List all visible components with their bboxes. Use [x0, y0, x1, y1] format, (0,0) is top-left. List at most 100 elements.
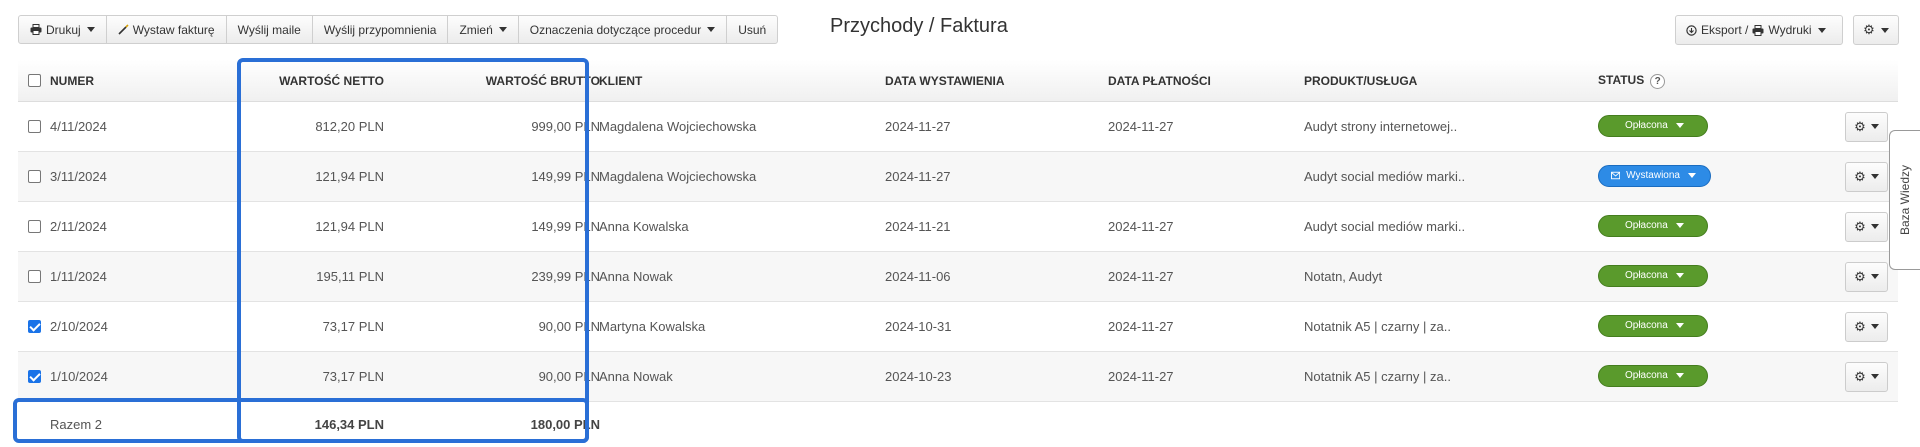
col-klient[interactable]: KLIENT — [599, 74, 642, 88]
row-actions: ⚙ — [1845, 311, 1888, 342]
procedure-marks-label: Oznaczenia dotyczące procedur — [529, 22, 702, 37]
page-title: Przychody / Faktura — [830, 15, 1008, 37]
knowledge-base-tab[interactable]: Baza Wiedzy — [1889, 130, 1920, 270]
row-settings-button[interactable]: ⚙ — [1845, 161, 1888, 192]
row-settings-button[interactable]: ⚙ — [1845, 261, 1888, 292]
checkbox[interactable] — [28, 370, 41, 384]
invoice-number[interactable]: 4/11/2024 — [50, 119, 107, 134]
row-settings-button[interactable]: ⚙ — [1845, 361, 1888, 392]
help-icon[interactable]: ? — [1650, 73, 1666, 89]
settings-button[interactable]: ⚙ — [1853, 15, 1899, 45]
print-label: Drukuj — [46, 22, 81, 37]
status-badge[interactable]: Opłacona — [1598, 264, 1708, 287]
send-emails-label: Wyślij maile — [237, 22, 301, 37]
col-netto[interactable]: WARTOŚĆ NETTO — [279, 74, 384, 88]
caret-down-icon — [86, 27, 95, 32]
status-cell: Opłacona — [1598, 214, 1708, 238]
checkbox[interactable] — [28, 320, 41, 334]
row-select[interactable] — [28, 169, 41, 184]
row-select[interactable] — [28, 319, 41, 334]
export-prints-button[interactable]: Eksport / Wydruki — [1675, 15, 1843, 45]
client-name: Anna Nowak — [599, 369, 673, 384]
product-service: Notatn, Audyt — [1304, 269, 1383, 284]
table-row[interactable]: 3/11/2024 121,94 PLN 149,99 PLN Magdalen… — [18, 152, 1898, 202]
product-service: Audyt strony internetowej.. — [1304, 119, 1458, 134]
col-status[interactable]: STATUS? — [1598, 73, 1666, 89]
checkbox[interactable] — [28, 220, 41, 234]
gear-icon: ⚙ — [1854, 368, 1866, 384]
status-badge[interactable]: Opłacona — [1598, 114, 1708, 137]
invoice-number[interactable]: 2/11/2024 — [50, 219, 107, 234]
row-actions: ⚙ — [1845, 161, 1888, 192]
col-data-platnosci[interactable]: DATA PŁATNOŚCI — [1108, 74, 1211, 88]
col-data-wystawienia[interactable]: DATA WYSTAWIENIA — [885, 74, 1005, 88]
checkbox[interactable] — [28, 170, 41, 184]
procedure-marks-button[interactable]: Oznaczenia dotyczące procedur — [519, 16, 728, 43]
print-button[interactable]: Drukuj — [19, 16, 107, 43]
send-emails-button[interactable]: Wyślij maile — [227, 16, 313, 43]
status-badge[interactable]: Opłacona — [1598, 214, 1708, 237]
row-settings-button[interactable]: ⚙ — [1845, 211, 1888, 242]
issue-invoice-label: Wystaw fakturę — [132, 22, 215, 37]
delete-button[interactable]: Usuń — [727, 16, 777, 43]
product-service: Audyt social mediów marki.. — [1304, 219, 1466, 234]
issue-date: 2024-10-31 — [885, 319, 952, 334]
net-value: 121,94 PLN — [315, 169, 384, 184]
invoice-number[interactable]: 1/11/2024 — [50, 269, 107, 284]
gear-icon: ⚙ — [1854, 118, 1866, 134]
invoice-table: NUMER WARTOŚĆ NETTO WARTOŚĆ BRUTTO KLIEN… — [18, 60, 1898, 446]
change-button[interactable]: Zmień — [448, 16, 519, 43]
send-reminders-label: Wyślij przypomnienia — [323, 22, 437, 37]
checkbox[interactable] — [28, 270, 41, 284]
row-settings-button[interactable]: ⚙ — [1845, 311, 1888, 342]
issue-invoice-button[interactable]: Wystaw fakturę — [107, 16, 227, 43]
row-select[interactable] — [28, 219, 41, 234]
status-label: Opłacona — [1625, 220, 1668, 231]
row-select[interactable] — [28, 369, 41, 384]
table-row[interactable]: 1/10/2024 73,17 PLN 90,00 PLN Anna Nowak… — [18, 352, 1898, 402]
envelope-icon — [1611, 171, 1621, 180]
row-settings-button[interactable]: ⚙ — [1845, 111, 1888, 142]
invoice-number[interactable]: 2/10/2024 — [50, 319, 108, 334]
client-name: Anna Nowak — [599, 269, 673, 284]
invoice-number[interactable]: 1/10/2024 — [50, 369, 108, 384]
net-value: 73,17 PLN — [322, 319, 384, 334]
status-cell: Opłacona — [1598, 314, 1708, 338]
product-service: Audyt social mediów marki.. — [1304, 169, 1466, 184]
checkbox[interactable] — [28, 120, 41, 134]
caret-down-icon — [1870, 374, 1879, 379]
issue-date: 2024-11-21 — [885, 219, 951, 234]
caret-down-icon — [1880, 27, 1889, 33]
status-badge[interactable]: Opłacona — [1598, 364, 1708, 387]
invoice-number[interactable]: 3/11/2024 — [50, 169, 107, 184]
col-numer[interactable]: NUMER — [50, 74, 94, 88]
table-row[interactable]: 1/11/2024 195,11 PLN 239,99 PLN Anna Now… — [18, 252, 1898, 302]
row-actions: ⚙ — [1845, 261, 1888, 292]
caret-down-icon — [707, 27, 716, 32]
table-row[interactable]: 2/10/2024 73,17 PLN 90,00 PLN Martyna Ko… — [18, 302, 1898, 352]
table-row[interactable]: 4/11/2024 812,20 PLN 999,00 PLN Magdalen… — [18, 102, 1898, 152]
issue-date: 2024-11-27 — [885, 169, 951, 184]
checkbox[interactable] — [28, 73, 41, 87]
status-badge[interactable]: Opłacona — [1598, 314, 1708, 337]
issue-date: 2024-11-06 — [885, 269, 951, 284]
delete-label: Usuń — [738, 22, 767, 37]
select-all-checkbox[interactable] — [28, 73, 41, 87]
caret-down-icon — [1870, 174, 1879, 179]
product-service: Notatnik A5 | czarny | za.. — [1304, 319, 1451, 334]
gross-value: 90,00 PLN — [538, 319, 600, 334]
client-name: Martyna Kowalska — [599, 319, 706, 334]
col-produkt[interactable]: PRODUKT/USŁUGA — [1304, 74, 1417, 88]
row-select[interactable] — [28, 269, 41, 284]
row-select[interactable] — [28, 119, 41, 134]
status-cell: Opłacona — [1598, 264, 1708, 288]
col-brutto[interactable]: WARTOŚĆ BRUTTO — [486, 74, 600, 88]
export-circle-icon — [1686, 24, 1697, 36]
payment-date: 2024-11-27 — [1108, 369, 1174, 384]
status-label: Opłacona — [1625, 370, 1668, 381]
table-row[interactable]: 2/11/2024 121,94 PLN 149,99 PLN Anna Kow… — [18, 202, 1898, 252]
send-reminders-button[interactable]: Wyślij przypomnienia — [313, 16, 449, 43]
knowledge-base-label: Baza Wiedzy — [1898, 164, 1912, 236]
status-badge[interactable]: Wystawiona — [1598, 164, 1711, 187]
status-cell: Opłacona — [1598, 114, 1708, 138]
